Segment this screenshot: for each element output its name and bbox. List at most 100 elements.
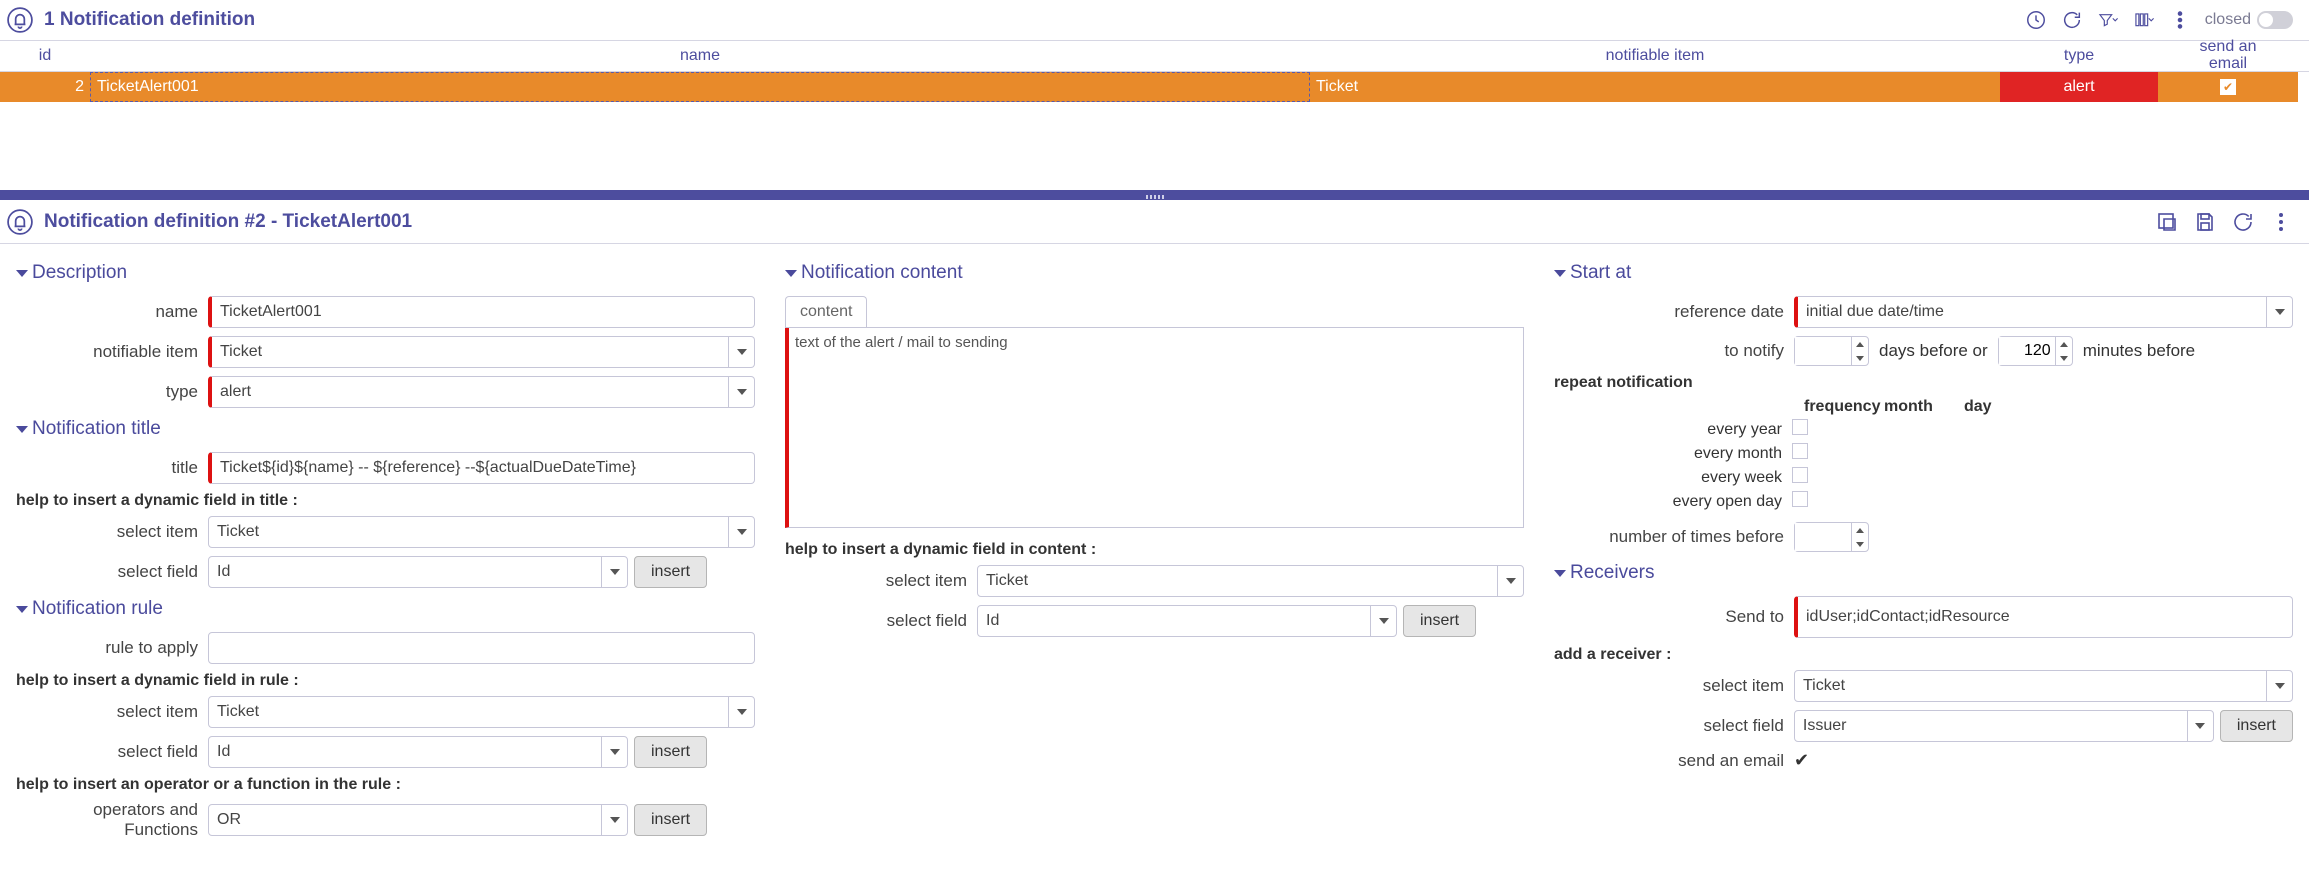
splitter[interactable] xyxy=(0,194,2309,200)
rule-op-select[interactable]: OR xyxy=(208,804,628,836)
save-icon[interactable] xyxy=(2193,210,2217,234)
sendto-input[interactable] xyxy=(1794,596,2293,638)
label-times: number of times before xyxy=(1554,527,1794,547)
rule-field-insert-button[interactable]: insert xyxy=(634,736,707,768)
refresh-icon[interactable] xyxy=(2061,9,2083,31)
minutes-stepper[interactable] xyxy=(1998,336,2073,366)
section-notification-title[interactable]: Notification title xyxy=(16,418,755,440)
minutes-after-label: minutes before xyxy=(2083,341,2195,361)
chevron-up-icon xyxy=(1852,337,1868,351)
label-select-field: select field xyxy=(16,562,208,582)
closed-toggle[interactable] xyxy=(2257,11,2293,29)
closed-label: closed xyxy=(2205,11,2251,29)
rule-field-select[interactable]: Id xyxy=(208,736,628,768)
content-insert-button[interactable]: insert xyxy=(1403,605,1476,637)
caret-down-icon xyxy=(16,426,28,433)
th-name[interactable]: name xyxy=(90,47,1310,65)
chevron-down-icon[interactable] xyxy=(728,337,754,367)
chevron-down-icon[interactable] xyxy=(1370,606,1396,636)
td-notifiable: Ticket xyxy=(1310,72,2000,102)
recv-item-select[interactable]: Ticket xyxy=(1794,670,2293,702)
label-rule-field: select field xyxy=(16,742,208,762)
label-title: title xyxy=(16,458,208,478)
caret-down-icon xyxy=(785,270,797,277)
type-select[interactable]: alert xyxy=(208,376,755,408)
help-rule-op: help to insert an operator or a function… xyxy=(16,776,755,794)
section-receivers[interactable]: Receivers xyxy=(1554,562,2293,584)
more-icon[interactable] xyxy=(2269,210,2293,234)
notifiable-select[interactable]: Ticket xyxy=(208,336,755,368)
section-start-at[interactable]: Start at xyxy=(1554,262,2293,284)
caret-down-icon xyxy=(16,270,28,277)
title-field-select[interactable]: Id xyxy=(208,556,628,588)
section-notification-content[interactable]: Notification content xyxy=(785,262,1524,284)
section-notification-rule[interactable]: Notification rule xyxy=(16,598,755,620)
times-stepper[interactable] xyxy=(1794,522,1869,552)
th-email[interactable]: send an email xyxy=(2158,39,2298,73)
caret-down-icon xyxy=(1554,570,1566,577)
filter-icon[interactable] xyxy=(2097,9,2119,31)
chevron-down-icon[interactable] xyxy=(601,557,627,587)
every-open-day-checkbox[interactable] xyxy=(1792,491,1808,507)
title-insert-button[interactable]: insert xyxy=(634,556,707,588)
rule-op-insert-button[interactable]: insert xyxy=(634,804,707,836)
label-recv-field: select field xyxy=(1554,716,1794,736)
chevron-down-icon[interactable] xyxy=(601,737,627,767)
every-week-checkbox[interactable] xyxy=(1792,467,1808,483)
add-receiver-label: add a receiver : xyxy=(1554,646,2293,664)
clock-icon[interactable] xyxy=(2025,9,2047,31)
th-notifiable[interactable]: notifiable item xyxy=(1310,47,2000,65)
table-row[interactable]: 2 TicketAlert001 Ticket alert ✔ xyxy=(0,72,2309,102)
chevron-down-icon xyxy=(1852,537,1868,551)
title-input[interactable] xyxy=(208,452,755,484)
rule-item-select[interactable]: Ticket xyxy=(208,696,755,728)
label-notify: to notify xyxy=(1554,341,1794,361)
content-item-select[interactable]: Ticket xyxy=(977,565,1524,597)
content-textarea[interactable] xyxy=(785,328,1524,528)
every-year-checkbox[interactable] xyxy=(1792,419,1808,435)
recv-field-select[interactable]: Issuer xyxy=(1794,710,2214,742)
new-window-icon[interactable] xyxy=(2155,210,2179,234)
chevron-down-icon[interactable] xyxy=(728,517,754,547)
name-input[interactable] xyxy=(208,296,755,328)
chevron-down-icon[interactable] xyxy=(2266,671,2292,701)
chevron-down-icon xyxy=(2056,351,2072,365)
day-head: day xyxy=(1964,398,2044,416)
chevron-down-icon[interactable] xyxy=(2187,711,2213,741)
days-stepper[interactable] xyxy=(1794,336,1869,366)
th-type[interactable]: type xyxy=(2000,47,2158,65)
title-item-select[interactable]: Ticket xyxy=(208,516,755,548)
chevron-down-icon[interactable] xyxy=(2266,297,2292,327)
detail-title: Notification definition #2 - TicketAlert… xyxy=(44,211,412,233)
td-email: ✔ xyxy=(2158,72,2298,102)
label-refdate: reference date xyxy=(1554,302,1794,322)
td-type: alert xyxy=(2000,72,2158,102)
refdate-select[interactable]: initial due date/time xyxy=(1794,296,2293,328)
refresh-icon[interactable] xyxy=(2231,210,2255,234)
help-rule-field: help to insert a dynamic field in rule : xyxy=(16,672,755,690)
content-field-select[interactable]: Id xyxy=(977,605,1397,637)
chevron-down-icon[interactable] xyxy=(1497,566,1523,596)
label-rule: rule to apply xyxy=(16,638,208,658)
label-operators: operators and Functions xyxy=(16,800,208,840)
chevron-down-icon[interactable] xyxy=(601,805,627,835)
rule-input[interactable] xyxy=(208,632,755,664)
label-sendto: Send to xyxy=(1554,607,1794,627)
columns-icon[interactable] xyxy=(2133,9,2155,31)
check-icon: ✔ xyxy=(2220,79,2236,95)
help-content: help to insert a dynamic field in conten… xyxy=(785,541,1524,559)
label-send-email: send an email xyxy=(1554,751,1794,771)
table-header: id name notifiable item type send an ema… xyxy=(0,40,2309,72)
month-head: month xyxy=(1884,398,1964,416)
recv-insert-button[interactable]: insert xyxy=(2220,710,2293,742)
tab-content[interactable]: content xyxy=(785,296,867,327)
more-icon[interactable] xyxy=(2169,9,2191,31)
list-title: 1 Notification definition xyxy=(44,9,255,31)
chevron-down-icon[interactable] xyxy=(728,697,754,727)
section-description[interactable]: Description xyxy=(16,262,755,284)
label-recv-item: select item xyxy=(1554,676,1794,696)
th-id[interactable]: id xyxy=(0,47,90,65)
chevron-down-icon[interactable] xyxy=(728,377,754,407)
send-email-checkbox[interactable]: ✔ xyxy=(1794,750,1809,771)
every-month-checkbox[interactable] xyxy=(1792,443,1808,459)
